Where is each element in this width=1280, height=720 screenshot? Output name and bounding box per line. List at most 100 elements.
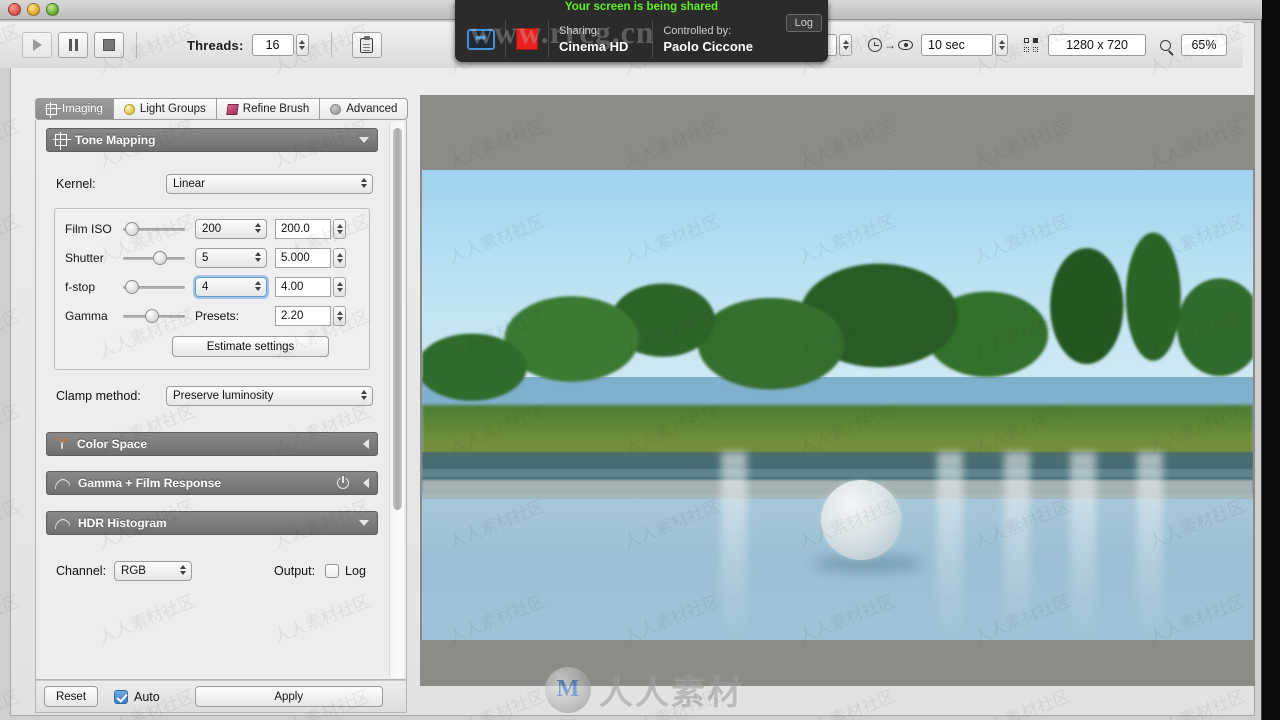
fstop-select[interactable]: 4 xyxy=(195,277,267,297)
tab-refine-brush[interactable]: Refine Brush xyxy=(215,98,320,120)
log-label: Log xyxy=(345,564,366,578)
film-iso-slider[interactable] xyxy=(123,219,185,239)
gear-icon xyxy=(330,103,342,115)
display-update-input[interactable]: 10 sec xyxy=(921,34,993,56)
pause-icon xyxy=(68,39,78,51)
zoom-button[interactable] xyxy=(46,3,59,16)
resolution-input[interactable]: 1280 x 720 xyxy=(1048,34,1146,56)
imaging-panel: Tone Mapping Kernel: Linear Film ISO 200… xyxy=(35,120,407,680)
pool-rail xyxy=(422,468,1253,477)
slider-knob[interactable] xyxy=(125,280,139,294)
film-iso-stepper[interactable] xyxy=(333,219,346,239)
slider-knob[interactable] xyxy=(153,251,167,265)
reset-button[interactable]: Reset xyxy=(44,686,98,707)
shutter-label: Shutter xyxy=(65,251,104,265)
screen-sharing-title: Your screen is being shared xyxy=(564,1,719,13)
controlled-by-value: Paolo Ciccone xyxy=(663,38,753,54)
screen-sharing-banner: Your screen is being shared Sharing: Cin… xyxy=(455,0,828,62)
render-time-stepper[interactable] xyxy=(839,34,852,56)
tab-light-groups[interactable]: Light Groups xyxy=(112,98,216,120)
panel-tabbar: Imaging Light Groups Refine Brush Advanc… xyxy=(35,98,409,120)
gamma-input[interactable]: 2.20 xyxy=(275,306,331,326)
zoom-level-input[interactable]: 65% xyxy=(1181,34,1227,56)
banner-divider-2 xyxy=(548,20,549,58)
application-window: Threads: 16 → 240 sec → 10 sec 1280 x 72… xyxy=(0,0,1262,720)
clamp-method-row: Clamp method: Preserve luminosity xyxy=(56,386,378,406)
chevron-left-icon[interactable] xyxy=(363,478,369,488)
panel-scrollbar[interactable] xyxy=(389,122,404,678)
threads-stepper[interactable] xyxy=(295,34,309,56)
shutter-select[interactable]: 5 xyxy=(195,248,267,268)
shutter-input[interactable]: 5.000 xyxy=(275,248,331,268)
sharing-info: Sharing: Cinema HD xyxy=(559,25,628,54)
section-label-tone-mapping: Tone Mapping xyxy=(75,133,156,147)
fstop-stepper[interactable] xyxy=(333,277,346,297)
copy-to-clipboard-button[interactable] xyxy=(351,32,382,58)
chevron-down-icon[interactable] xyxy=(359,137,369,143)
chevron-updown-icon xyxy=(255,281,261,291)
chevron-updown-icon xyxy=(361,178,367,188)
clamp-method-select[interactable]: Preserve luminosity xyxy=(166,386,373,406)
film-iso-select[interactable]: 200 xyxy=(195,219,267,239)
shutter-slider[interactable] xyxy=(123,248,185,268)
gamma-stepper[interactable] xyxy=(333,306,346,326)
brush-icon xyxy=(226,103,239,115)
play-icon xyxy=(32,39,42,51)
sphere-object xyxy=(820,480,901,561)
film-iso-input[interactable]: 200.0 xyxy=(275,219,331,239)
tone-mapping-icon xyxy=(53,132,71,150)
exposure-group: Film ISO 200 200.0 Shutter 5 5.000 f-sto… xyxy=(54,208,370,370)
water-reflection xyxy=(721,452,748,640)
section-header-hdr-histogram[interactable]: HDR Histogram xyxy=(46,511,378,535)
channel-select[interactable]: RGB xyxy=(114,561,193,581)
slider-row-fstop: f-stop 4 4.00 xyxy=(65,277,359,297)
controlled-by-label: Controlled by: xyxy=(663,24,732,37)
pause-button[interactable] xyxy=(58,32,88,58)
fstop-input[interactable]: 4.00 xyxy=(275,277,331,297)
chevron-down-icon[interactable] xyxy=(359,520,369,526)
apply-button[interactable]: Apply xyxy=(194,686,383,707)
shutter-stepper[interactable] xyxy=(333,248,346,268)
fstop-label: f-stop xyxy=(65,280,96,294)
toolbar-divider-2 xyxy=(330,32,332,58)
close-button[interactable] xyxy=(8,3,21,16)
rendered-image xyxy=(422,170,1253,640)
estimate-settings-button[interactable]: Estimate settings xyxy=(172,336,329,357)
stop-icon xyxy=(103,39,115,51)
slider-knob[interactable] xyxy=(145,309,159,323)
panel-scrollbar-thumb[interactable] xyxy=(393,128,402,510)
display-update-stepper[interactable] xyxy=(995,34,1008,56)
footer-row: Reset Auto Apply xyxy=(36,681,406,712)
tab-refine-brush-label: Refine Brush xyxy=(242,103,310,115)
threads-input[interactable]: 16 xyxy=(251,34,294,56)
banner-divider xyxy=(505,20,506,58)
render-viewport[interactable] xyxy=(420,95,1255,686)
window-controls xyxy=(8,3,59,16)
power-toggle-icon[interactable] xyxy=(337,476,349,489)
play-button[interactable] xyxy=(22,32,52,58)
clipboard-icon xyxy=(360,35,374,53)
tab-imaging[interactable]: Imaging xyxy=(35,98,113,120)
kernel-select[interactable]: Linear xyxy=(166,174,373,194)
controlled-info: Controlled by: Paolo Ciccone xyxy=(663,25,753,54)
log-button[interactable]: Log xyxy=(785,14,822,32)
section-header-gamma-film-response[interactable]: Gamma + Film Response xyxy=(46,471,378,495)
chevron-left-icon[interactable] xyxy=(363,439,369,449)
gamma-slider[interactable] xyxy=(123,306,185,326)
fstop-slider[interactable] xyxy=(123,277,185,297)
stop-sharing-button[interactable] xyxy=(516,28,538,50)
panel-footer: Reset Auto Apply xyxy=(35,680,407,713)
channel-value: RGB xyxy=(121,565,146,577)
minimize-button[interactable] xyxy=(27,3,40,16)
eye-icon xyxy=(898,40,913,50)
section-header-color-space[interactable]: Color Space xyxy=(46,432,378,456)
histogram-controls-row: Channel: RGB Output: Log xyxy=(56,561,388,581)
kernel-value: Linear xyxy=(173,178,205,190)
water-reflection xyxy=(1003,452,1030,640)
stop-button[interactable] xyxy=(94,32,124,58)
slider-knob[interactable] xyxy=(125,222,139,236)
tab-advanced[interactable]: Advanced xyxy=(319,98,409,120)
auto-checkbox[interactable] xyxy=(114,689,128,704)
log-checkbox[interactable] xyxy=(325,564,340,578)
section-header-tone-mapping[interactable]: Tone Mapping xyxy=(46,128,378,152)
